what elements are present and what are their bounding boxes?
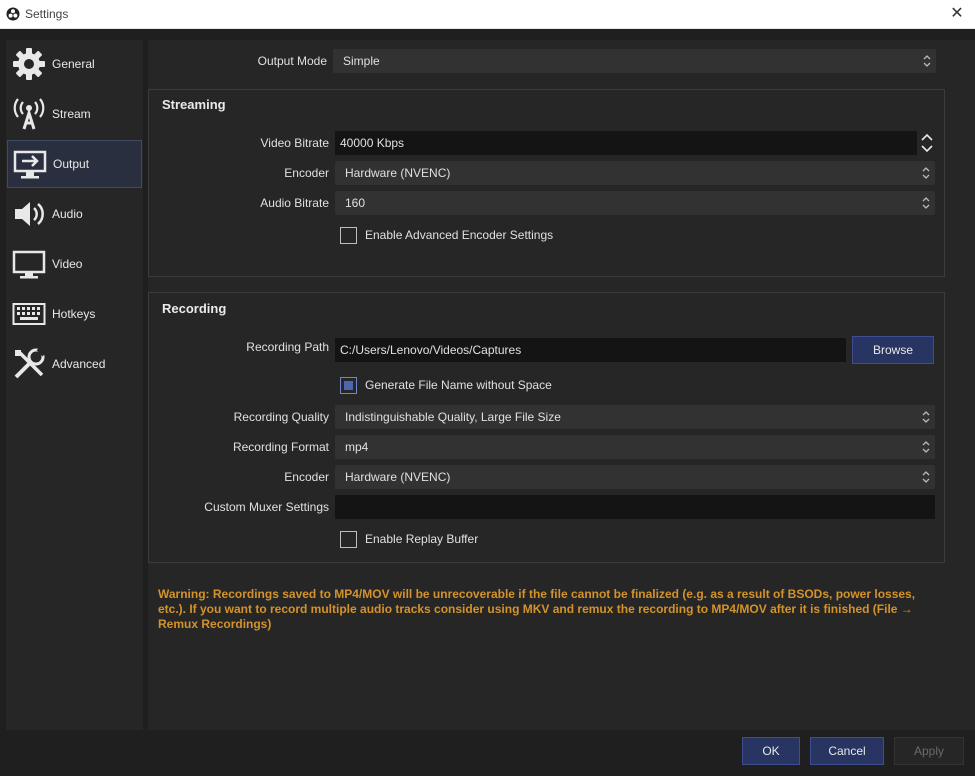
sidebar-item-video[interactable]: Video — [7, 240, 142, 288]
chevron-updown-icon — [922, 411, 930, 423]
audio-bitrate-value: 160 — [345, 196, 366, 210]
obs-logo-icon — [6, 7, 20, 21]
mp4-warning-text: Warning: Recordings saved to MP4/MOV wil… — [158, 587, 916, 631]
recording-path-label: Recording Path — [246, 340, 329, 354]
recording-encoder-select[interactable]: Hardware (NVENC) — [335, 465, 935, 489]
window-title: Settings — [25, 7, 69, 21]
tools-icon — [9, 344, 49, 384]
streaming-encoder-select[interactable]: Hardware (NVENC) — [335, 161, 935, 185]
streaming-encoder-label: Encoder — [284, 166, 329, 180]
recording-encoder-value: Hardware (NVENC) — [345, 470, 451, 484]
close-icon[interactable]: ✕ — [945, 2, 969, 26]
sidebar-item-hotkeys[interactable]: Hotkeys — [7, 290, 142, 338]
video-bitrate-value: 40000 Kbps — [340, 136, 405, 150]
recording-quality-value: Indistinguishable Quality, Large File Si… — [345, 410, 561, 424]
recording-format-value: mp4 — [345, 440, 369, 454]
recording-title: Recording — [162, 301, 227, 316]
sidebar-item-general[interactable]: General — [7, 40, 142, 88]
sidebar-item-label: Advanced — [52, 357, 106, 371]
streaming-title: Streaming — [162, 97, 226, 112]
ok-button[interactable]: OK — [742, 737, 800, 765]
apply-button[interactable]: Apply — [894, 737, 964, 765]
recording-format-select[interactable]: mp4 — [335, 435, 935, 459]
chevron-updown-icon — [922, 197, 930, 209]
video-bitrate-label: Video Bitrate — [260, 136, 330, 150]
gear-icon — [9, 44, 49, 84]
recording-path-field[interactable]: C:/Users/Lenovo/Videos/Captures — [335, 338, 846, 362]
video-bitrate-stepper[interactable] — [917, 131, 937, 155]
recording-format-label: Recording Format — [232, 440, 329, 454]
sidebar-item-label: Video — [52, 257, 83, 271]
recording-quality-label: Recording Quality — [233, 410, 329, 424]
monitor-icon — [9, 244, 49, 284]
advanced-encoder-label: Enable Advanced Encoder Settings — [365, 228, 554, 242]
browse-button[interactable]: Browse — [852, 336, 934, 364]
speaker-icon — [9, 194, 49, 234]
sidebar-item-label: Output — [53, 157, 90, 171]
audio-bitrate-select[interactable]: 160 — [335, 191, 935, 215]
sidebar-item-label: Stream — [52, 107, 91, 121]
replay-buffer-checkbox[interactable] — [340, 531, 357, 548]
custom-muxer-field[interactable] — [335, 495, 935, 519]
output-mode-value: Simple — [343, 54, 380, 68]
sidebar-item-audio[interactable]: Audio — [7, 190, 142, 238]
audio-bitrate-label: Audio Bitrate — [260, 196, 329, 210]
output-icon — [10, 144, 50, 184]
sidebar-item-label: General — [52, 57, 95, 71]
sidebar-item-stream[interactable]: Stream — [7, 90, 142, 138]
sidebar: General Stream Output Audio Video Hotkey… — [6, 40, 143, 730]
antenna-icon — [9, 94, 49, 134]
advanced-encoder-checkbox[interactable] — [340, 227, 357, 244]
chevron-updown-icon — [922, 471, 930, 483]
replay-buffer-label: Enable Replay Buffer — [365, 532, 479, 546]
no-space-label: Generate File Name without Space — [365, 378, 552, 392]
streaming-encoder-value: Hardware (NVENC) — [345, 166, 451, 180]
video-bitrate-spinbox[interactable]: 40000 Kbps — [335, 131, 917, 155]
recording-quality-select[interactable]: Indistinguishable Quality, Large File Si… — [335, 405, 935, 429]
output-mode-select[interactable]: Simple — [333, 49, 936, 73]
sidebar-item-output[interactable]: Output — [7, 140, 142, 188]
sidebar-item-label: Audio — [52, 207, 83, 221]
output-mode-label: Output Mode — [257, 54, 327, 68]
recording-encoder-label: Encoder — [284, 470, 329, 484]
custom-muxer-label: Custom Muxer Settings — [204, 500, 329, 514]
sidebar-item-advanced[interactable]: Advanced — [7, 340, 142, 388]
chevron-updown-icon — [923, 55, 931, 67]
recording-path-value: C:/Users/Lenovo/Videos/Captures — [340, 343, 522, 357]
sidebar-item-label: Hotkeys — [52, 307, 96, 321]
cancel-button[interactable]: Cancel — [810, 737, 884, 765]
no-space-checkbox[interactable] — [340, 377, 357, 394]
chevron-updown-icon — [922, 167, 930, 179]
keyboard-icon — [9, 294, 49, 334]
title-bar: Settings ✕ — [0, 0, 975, 29]
chevron-updown-icon — [922, 441, 930, 453]
chevron-updown-icon — [921, 133, 933, 153]
